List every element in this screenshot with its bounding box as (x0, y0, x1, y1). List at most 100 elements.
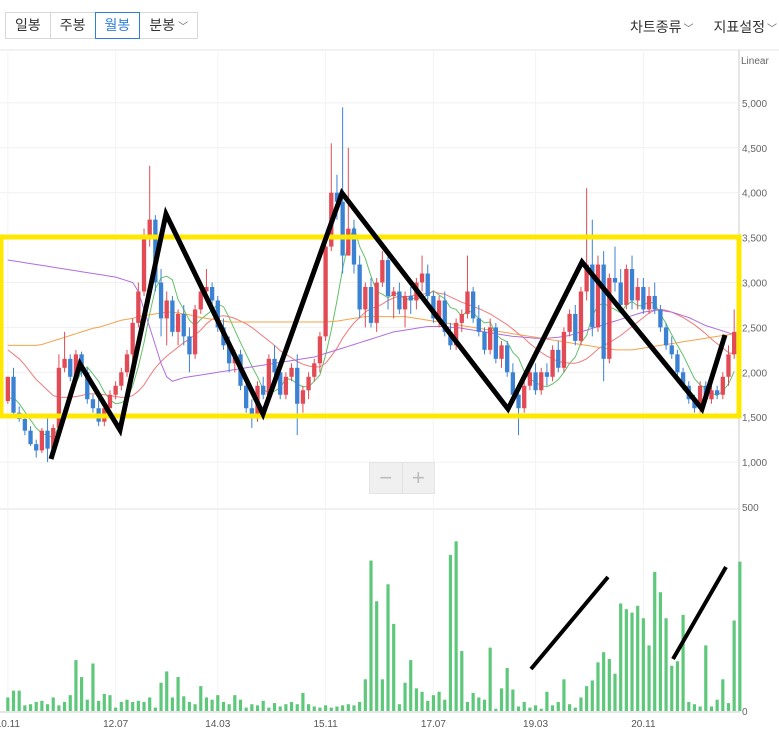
volume-bar (187, 701, 192, 711)
tab-monthly[interactable]: 월봉 (94, 12, 141, 39)
stock-chart[interactable]: Linear 5,000 4,500 4,000 3,500 3,000 2,500 2,0… (0, 0, 779, 736)
volume-bar (437, 691, 441, 711)
volume-bar (602, 652, 606, 711)
volume-bar (233, 695, 237, 711)
volume-bar (62, 701, 67, 711)
volume-bar (528, 707, 532, 711)
volume-bar (23, 705, 27, 711)
price-tick-label: 2,500 (742, 323, 767, 334)
price-tick-label: 4,000 (742, 189, 767, 200)
candle-body (158, 282, 164, 319)
volume-bar (176, 677, 180, 711)
volume-bar (409, 660, 413, 711)
candle-body (624, 269, 629, 305)
candle-body (567, 313, 572, 332)
volume-bar (358, 701, 362, 711)
candle-body (351, 228, 357, 265)
volume-bar (114, 707, 118, 711)
volume-bar (295, 704, 299, 711)
time-tick-label: 10.11 (0, 719, 20, 730)
candle-body (629, 269, 635, 301)
volume-bar (11, 690, 16, 711)
volume-bar (420, 691, 424, 711)
candle-body (312, 363, 317, 377)
candle-body (482, 331, 487, 350)
candle-body (261, 385, 266, 395)
candle-body (346, 228, 351, 256)
volume-bar (664, 618, 668, 711)
candle-body (714, 390, 720, 395)
volume-bar (465, 701, 470, 711)
candle-body (595, 264, 601, 328)
volume-bar (709, 706, 714, 711)
volume-trend-annotation-1 (529, 575, 610, 671)
volume-bar (653, 571, 657, 711)
volume-bar (369, 560, 373, 711)
volume-bar (97, 700, 101, 711)
time-tick-label: 19.03 (523, 719, 548, 730)
candle-body (726, 354, 731, 377)
volume-bar (267, 707, 271, 711)
candle-body (612, 278, 618, 283)
zoom-controls: − + (369, 462, 435, 494)
volume-bar (471, 692, 475, 711)
volume-bar (499, 688, 504, 711)
volume-bar (573, 707, 577, 711)
candle-body (561, 331, 567, 368)
candle-body (408, 295, 413, 301)
volume-bar (494, 708, 498, 711)
volume-bar (204, 697, 209, 711)
candle-body (368, 286, 374, 323)
volume-bar (624, 609, 628, 711)
volume-bar (289, 701, 294, 711)
highlight-box (0, 234, 742, 419)
candle-body (380, 260, 385, 283)
volume-bar (119, 701, 123, 711)
zoom-in-button[interactable]: + (401, 463, 435, 493)
volume-bar (91, 663, 95, 711)
volume-bar (681, 614, 685, 711)
price-axis-labels: 5,000 4,500 4,000 3,500 3,000 2,500 2,000 1,500… (742, 99, 767, 514)
volume-bar (210, 699, 214, 711)
volume-bar (102, 694, 106, 711)
candle-body (499, 345, 504, 359)
volume-bar (17, 690, 21, 711)
candle-body (136, 291, 141, 323)
time-tick-label: 15.11 (313, 719, 338, 730)
volume-bar (516, 706, 521, 711)
volume-bar (613, 673, 617, 711)
volume-bar (153, 707, 157, 711)
time-tick-label: 17.07 (421, 719, 446, 730)
candle-body (62, 358, 67, 368)
candle-body (402, 295, 408, 310)
volume-bar (726, 703, 731, 711)
volume-bar (68, 695, 72, 711)
volume-bar (579, 697, 583, 711)
volume-bar (159, 682, 163, 711)
volume-bar (40, 700, 44, 711)
volume-bar (738, 561, 742, 711)
volume-bar (335, 706, 339, 711)
volume-bar (641, 618, 645, 711)
volume-bar (45, 704, 50, 711)
price-tick-label: 1,500 (742, 413, 767, 424)
volume-bar (301, 692, 305, 711)
zoom-out-button[interactable]: − (370, 463, 402, 493)
volume-bar (6, 697, 10, 711)
candle-body (522, 385, 527, 409)
zigzag-annotation (48, 187, 728, 460)
volume-bar (34, 701, 38, 711)
volume-bar (397, 704, 401, 711)
volume-bar (460, 651, 464, 711)
candle-body (363, 286, 368, 310)
volume-bar (284, 704, 288, 711)
candle-body (244, 385, 249, 409)
moving-average-lines (7, 225, 735, 439)
candle-body (124, 354, 130, 373)
volume-bar (431, 695, 436, 711)
volume-bar (550, 705, 555, 711)
candle-body (488, 327, 493, 350)
volume-trend-annotation-2 (671, 566, 728, 660)
volume-bar (704, 645, 708, 711)
candle-body (544, 372, 550, 377)
